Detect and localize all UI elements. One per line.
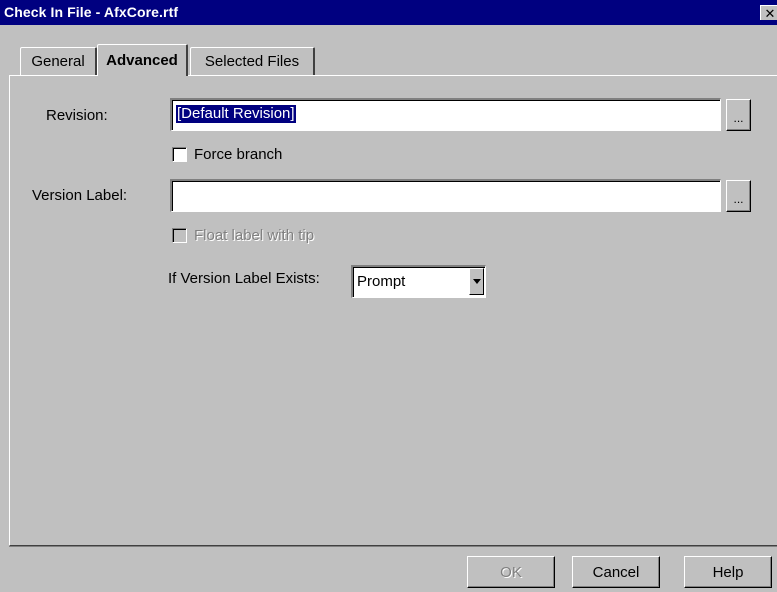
close-icon: ✕ xyxy=(764,5,776,21)
version-label-input[interactable] xyxy=(170,179,721,212)
force-branch-label: Force branch xyxy=(194,146,283,163)
dropdown-button[interactable] xyxy=(469,268,484,295)
tab-advanced[interactable]: Advanced xyxy=(97,44,188,76)
version-label-browse-button[interactable]: ... xyxy=(726,180,751,212)
if-exists-label: If Version Label Exists: xyxy=(168,270,320,287)
revision-input[interactable]: [Default Revision] xyxy=(170,98,721,131)
cancel-button[interactable]: Cancel xyxy=(572,556,660,588)
title-bar: Check In File - AfxCore.rtf ✕ xyxy=(0,0,777,25)
force-branch-checkbox[interactable] xyxy=(172,147,187,162)
revision-label: Revision: xyxy=(46,107,108,124)
panel-divider xyxy=(9,546,777,547)
tab-selected-files-label: Selected Files xyxy=(204,53,300,70)
window-title: Check In File - AfxCore.rtf xyxy=(4,4,179,20)
tab-advanced-label: Advanced xyxy=(106,52,178,69)
help-button[interactable]: Help xyxy=(684,556,772,588)
tab-panel-advanced xyxy=(9,75,777,546)
revision-value: [Default Revision] xyxy=(176,105,296,123)
revision-browse-button[interactable]: ... xyxy=(726,99,751,131)
if-exists-value: Prompt xyxy=(357,273,406,290)
close-button[interactable]: ✕ xyxy=(760,5,777,20)
float-label-label: Float label with tip xyxy=(194,227,315,244)
ok-button[interactable]: OK xyxy=(467,556,555,588)
float-label-checkbox[interactable] xyxy=(172,228,187,243)
version-label-label: Version Label: xyxy=(32,187,128,204)
if-exists-select[interactable]: Prompt xyxy=(351,265,486,298)
tab-general-label: General xyxy=(31,53,85,70)
tab-general[interactable]: General xyxy=(20,47,97,75)
chevron-down-icon xyxy=(472,279,481,284)
tab-selected-files[interactable]: Selected Files xyxy=(190,47,315,75)
